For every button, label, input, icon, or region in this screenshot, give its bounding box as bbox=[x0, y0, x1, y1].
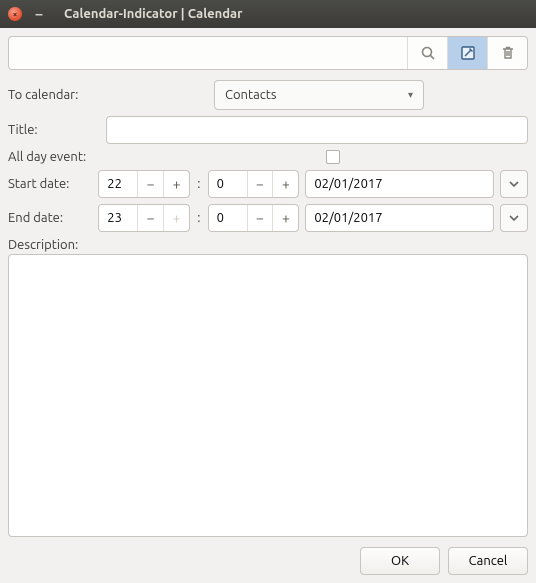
title-input[interactable] bbox=[106, 116, 528, 144]
ok-button[interactable]: OK bbox=[360, 547, 440, 575]
start-date-picker-button[interactable] bbox=[500, 170, 528, 198]
colon: : bbox=[196, 211, 202, 225]
start-hour-minus[interactable]: − bbox=[137, 171, 163, 197]
end-hour-plus[interactable]: + bbox=[163, 205, 189, 231]
start-min-stepper[interactable]: − + bbox=[208, 170, 300, 198]
start-label: Start date: bbox=[8, 177, 92, 191]
end-hour-input[interactable] bbox=[99, 205, 137, 231]
end-label: End date: bbox=[8, 211, 92, 225]
cancel-button[interactable]: Cancel bbox=[448, 547, 528, 575]
form: To calendar: Contacts ▾ Title: All day e… bbox=[8, 80, 528, 537]
trash-icon[interactable] bbox=[487, 37, 527, 69]
start-date-input[interactable] bbox=[305, 170, 494, 198]
minimize-icon[interactable]: – bbox=[32, 7, 46, 21]
titlebar: × – Calendar-Indicator | Calendar bbox=[0, 0, 536, 28]
to-calendar-select[interactable]: Contacts ▾ bbox=[214, 80, 424, 110]
to-calendar-label: To calendar: bbox=[8, 88, 208, 102]
row-allday: All day event: bbox=[8, 150, 528, 164]
start-min-minus[interactable]: − bbox=[247, 171, 273, 197]
end-date-picker-button[interactable] bbox=[500, 204, 528, 232]
start-min-input[interactable] bbox=[209, 171, 247, 197]
toolbar-spacer bbox=[9, 37, 407, 69]
end-hour-minus[interactable]: − bbox=[137, 205, 163, 231]
chevron-down-icon: ▾ bbox=[408, 89, 413, 101]
button-bar: OK Cancel bbox=[8, 547, 528, 575]
row-start: Start date: − + : − + bbox=[8, 170, 528, 198]
row-to-calendar: To calendar: Contacts ▾ bbox=[8, 80, 528, 110]
end-min-minus[interactable]: − bbox=[247, 205, 273, 231]
end-hour-stepper[interactable]: − + bbox=[98, 204, 190, 232]
window-body: To calendar: Contacts ▾ Title: All day e… bbox=[0, 28, 536, 583]
close-icon[interactable]: × bbox=[8, 7, 22, 21]
to-calendar-value: Contacts bbox=[225, 88, 277, 102]
search-icon[interactable] bbox=[407, 37, 447, 69]
colon: : bbox=[196, 177, 202, 191]
row-title: Title: bbox=[8, 116, 528, 144]
window-title: Calendar-Indicator | Calendar bbox=[64, 7, 242, 21]
row-end: End date: − + : − + bbox=[8, 204, 528, 232]
start-hour-plus[interactable]: + bbox=[163, 171, 189, 197]
edit-icon[interactable] bbox=[447, 37, 487, 69]
end-min-stepper[interactable]: − + bbox=[208, 204, 300, 232]
end-min-input[interactable] bbox=[209, 205, 247, 231]
description-textarea[interactable] bbox=[8, 254, 528, 537]
toolbar bbox=[8, 36, 528, 70]
end-min-plus[interactable]: + bbox=[272, 205, 298, 231]
start-hour-stepper[interactable]: − + bbox=[98, 170, 190, 198]
start-hour-input[interactable] bbox=[99, 171, 137, 197]
allday-checkbox[interactable] bbox=[326, 150, 340, 164]
start-min-plus[interactable]: + bbox=[272, 171, 298, 197]
allday-label: All day event: bbox=[8, 150, 320, 164]
end-date-input[interactable] bbox=[305, 204, 494, 232]
description-label: Description: bbox=[8, 238, 528, 252]
title-label: Title: bbox=[8, 123, 100, 137]
